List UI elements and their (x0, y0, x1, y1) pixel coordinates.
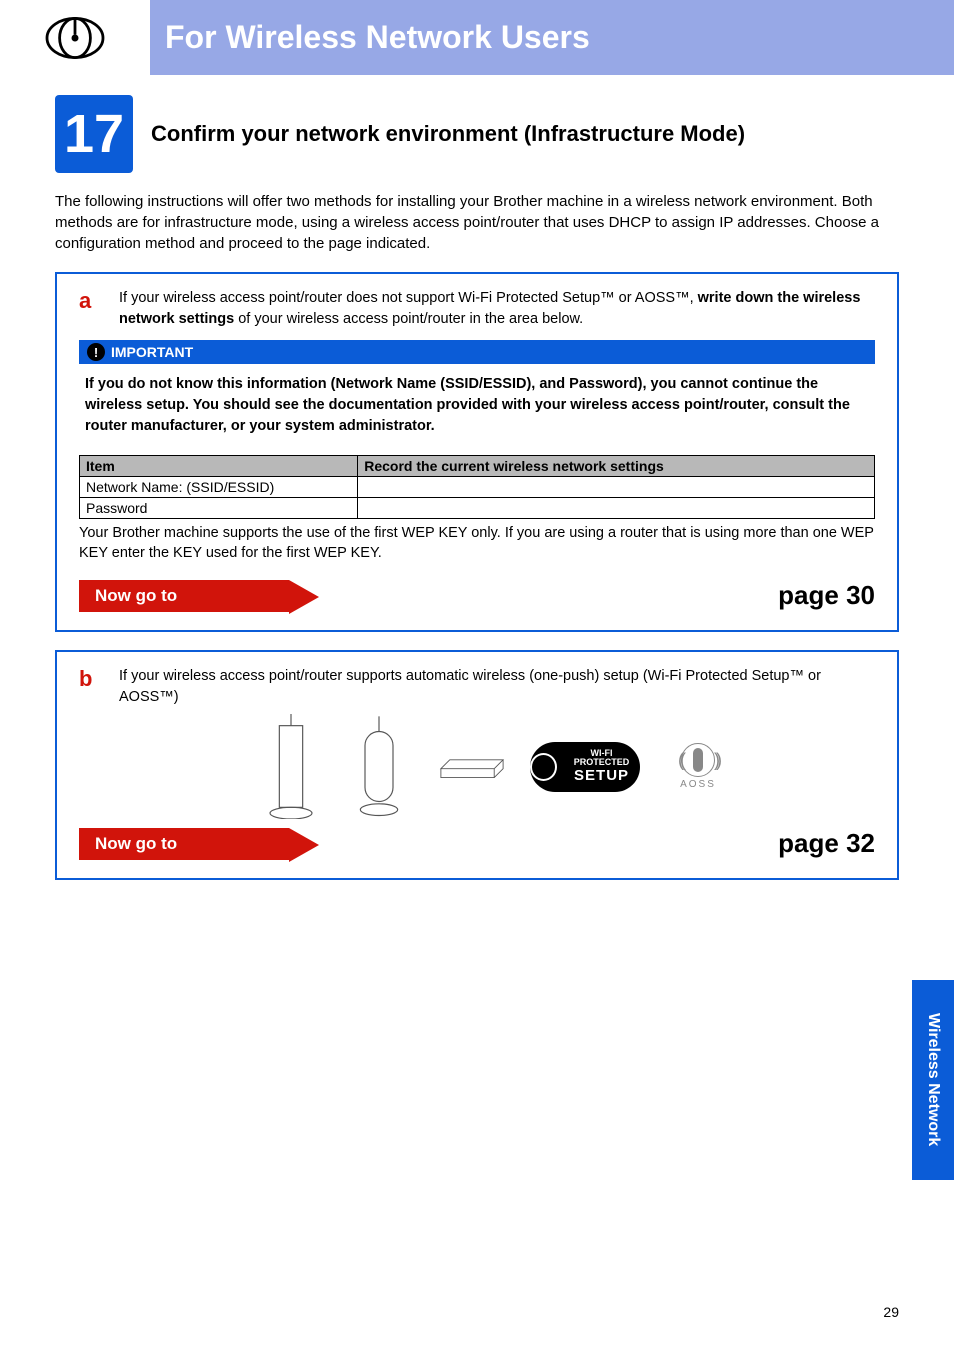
wps-top: WI-FI PROTECTED (574, 748, 630, 768)
side-tab-label: Wireless Network (924, 1013, 942, 1146)
row-password-label: Password (80, 498, 358, 519)
important-bar: ! IMPORTANT (79, 340, 875, 364)
header-title-bar: For Wireless Network Users (150, 0, 954, 75)
goto-page-b: page 32 (778, 828, 875, 859)
goto-row-b: Now go to page 32 (79, 828, 875, 860)
router-images: WI-FI PROTECTEDSETUP AOSS (119, 722, 875, 812)
step-number-badge: 17 (55, 95, 133, 173)
intro-text: The following instructions will offer tw… (55, 191, 899, 254)
goto-row-a: Now go to page 30 (79, 580, 875, 612)
method-b-letter: b (79, 666, 119, 708)
modem-icon (432, 742, 512, 792)
wireless-logo-icon (0, 13, 150, 63)
method-a-box: a If your wireless access point/router d… (55, 272, 899, 632)
aoss-icon (681, 743, 715, 777)
row-ssid-label: Network Name: (SSID/ESSID) (80, 477, 358, 498)
important-body: If you do not know this information (Net… (79, 364, 875, 451)
method-b-box: b If your wireless access point/router s… (55, 650, 899, 880)
side-tab: Wireless Network (912, 980, 954, 1180)
wep-note: Your Brother machine supports the use of… (79, 523, 875, 564)
header-title: For Wireless Network Users (165, 19, 590, 56)
row-ssid-value[interactable] (358, 477, 875, 498)
goto-arrow-b: Now go to (79, 828, 289, 860)
step-title: Confirm your network environment (Infras… (151, 121, 745, 147)
header-banner: For Wireless Network Users (0, 0, 954, 75)
method-a-text: If your wireless access point/router doe… (119, 288, 875, 330)
wps-badge: WI-FI PROTECTEDSETUP (530, 742, 640, 792)
router-icon (256, 722, 326, 812)
router-icon (344, 722, 414, 812)
th-record: Record the current wireless network sett… (358, 456, 875, 477)
goto-page-a: page 30 (778, 580, 875, 611)
goto-arrow-a: Now go to (79, 580, 289, 612)
wps-bottom: SETUP (563, 768, 640, 785)
aoss-label: AOSS (680, 779, 716, 790)
important-label: IMPORTANT (111, 344, 193, 360)
method-b-text: If your wireless access point/router sup… (119, 666, 875, 708)
method-a-post: of your wireless access point/router in … (234, 311, 583, 327)
settings-table: Item Record the current wireless network… (79, 455, 875, 519)
exclamation-icon: ! (87, 343, 105, 361)
table-row: Password (80, 498, 875, 519)
wps-arrows-icon (530, 753, 557, 781)
method-a-pre: If your wireless access point/router doe… (119, 290, 698, 306)
th-item: Item (80, 456, 358, 477)
row-password-value[interactable] (358, 498, 875, 519)
aoss-badge: AOSS (658, 742, 738, 792)
step-header: 17 Confirm your network environment (Inf… (55, 95, 899, 173)
page-number: 29 (883, 1304, 899, 1320)
method-a-letter: a (79, 288, 119, 330)
table-row: Network Name: (SSID/ESSID) (80, 477, 875, 498)
